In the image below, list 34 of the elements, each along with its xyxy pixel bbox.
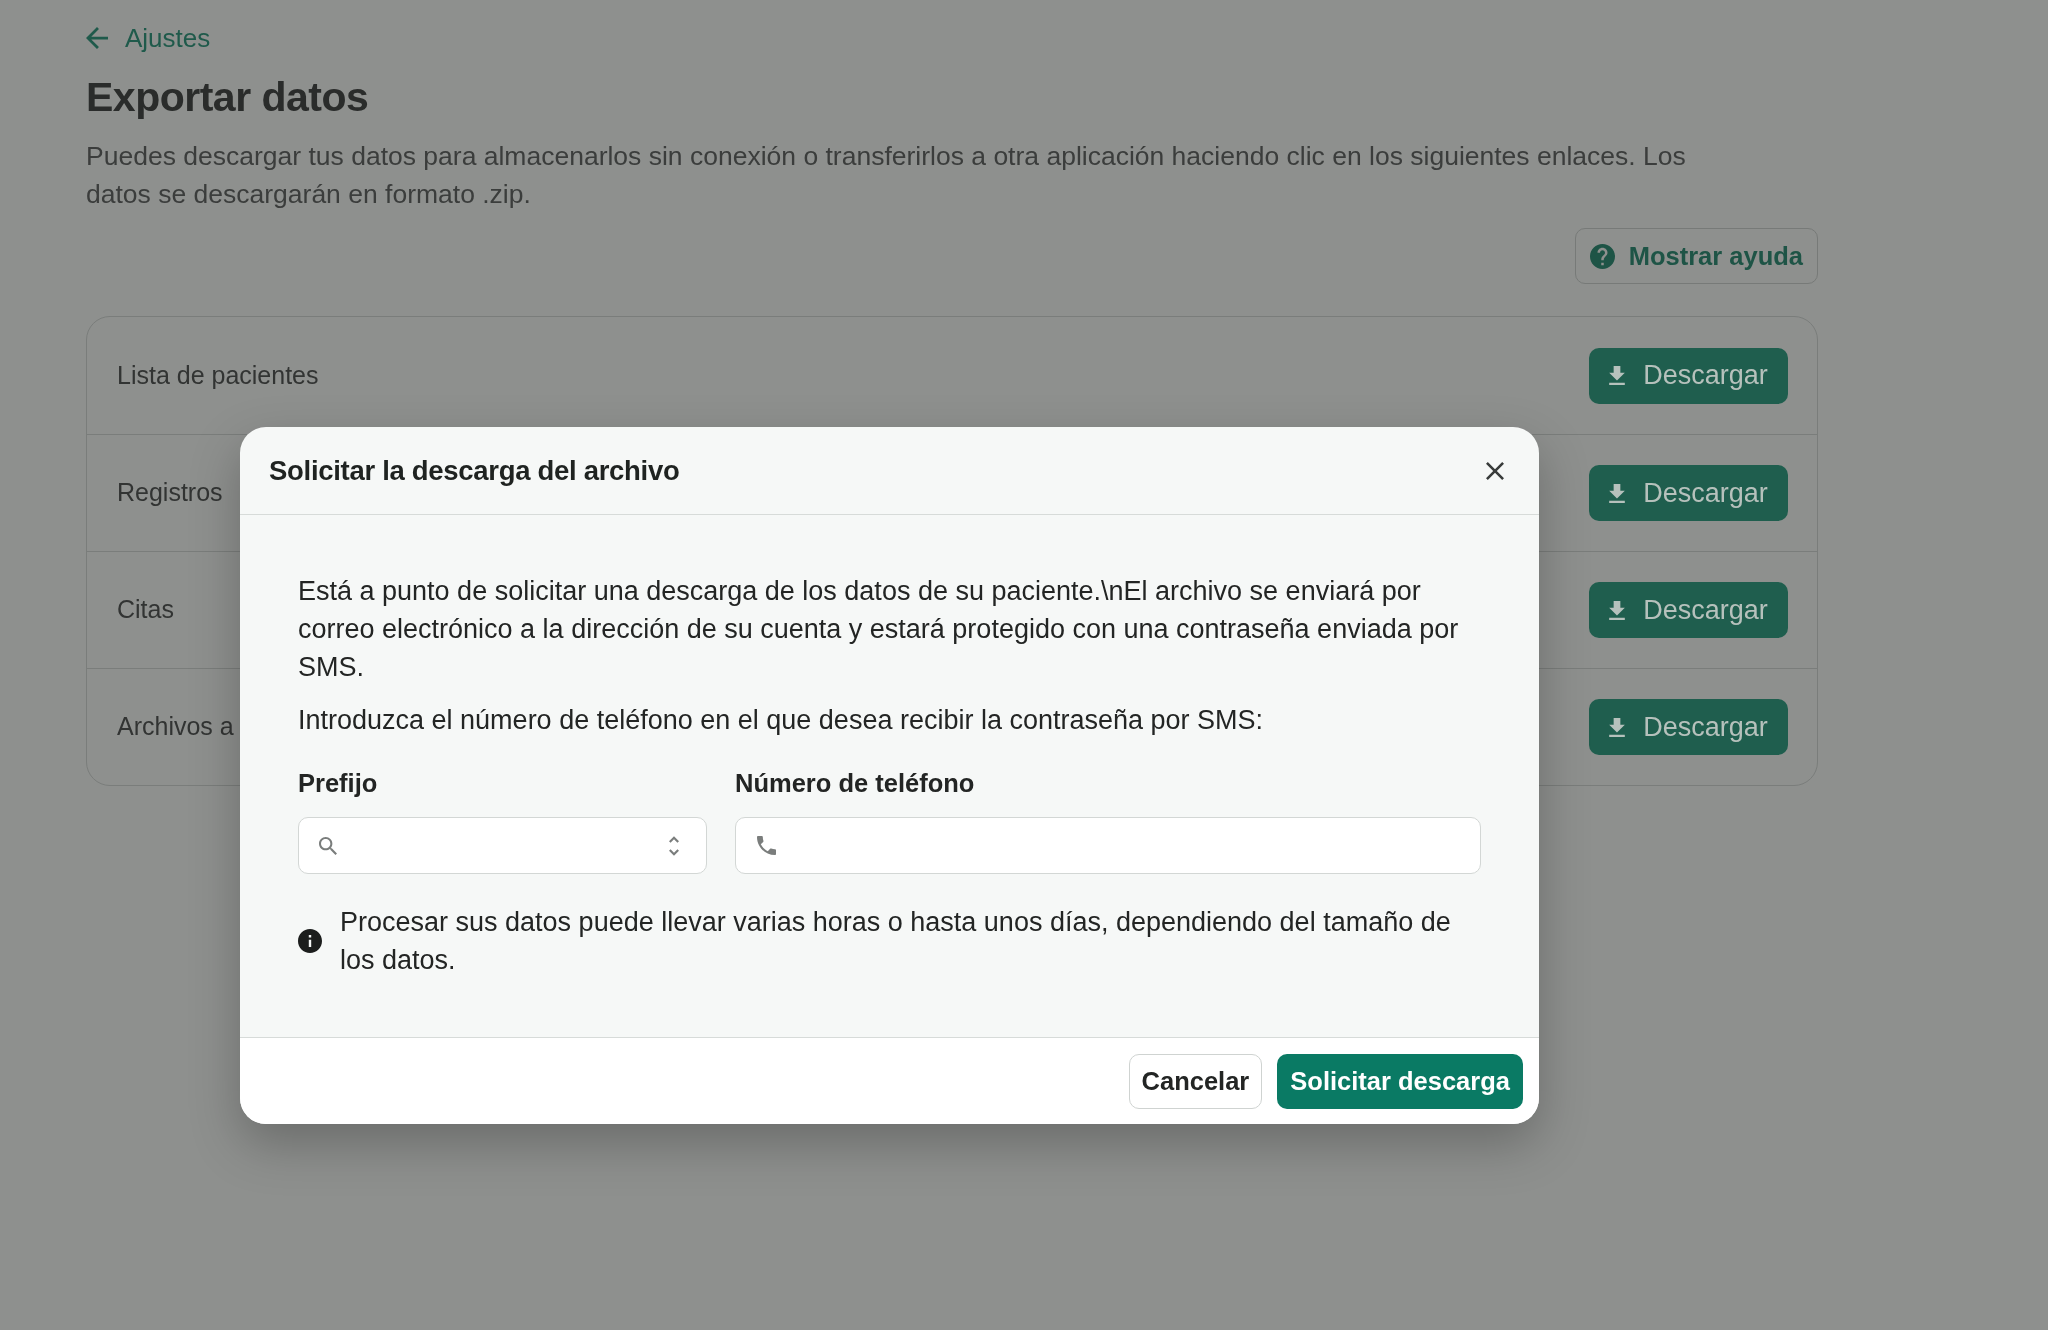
help-button[interactable]: Mostrar ayuda (1574, 228, 1818, 284)
search-icon (319, 836, 337, 855)
dialog-text: Introduzca el número de teléfono en el que desea recibir la contraseña por SMS: (298, 704, 1265, 737)
dialog-text: Está a punto de solicitar una descarga de los datos de su paciente.\nEl archivo se enviará por correo electrónico a la dirección de su cuenta y estará protegido con una contraseña enviada por SMS. (298, 575, 1460, 684)
export-label: Citas (117, 594, 174, 626)
info-icon (298, 929, 322, 953)
export-label: Archivos a (117, 711, 234, 743)
field-label: Prefijo (298, 768, 378, 798)
help-icon (1589, 243, 1615, 269)
download-button[interactable]: Descargar (1589, 465, 1788, 521)
field-label: Número de teléfono (735, 768, 975, 798)
phone-icon (757, 836, 776, 855)
page-title: Exportar datos (86, 73, 369, 121)
info-note: Procesar sus datos puede llevar varias horas o hasta unos días, dependiendo del tamaño de los datos. (340, 906, 1452, 977)
download-icon (1609, 717, 1626, 737)
chevrons-up-down-icon (669, 835, 679, 856)
submit-button[interactable]: Solicitar descarga (1277, 1053, 1523, 1109)
download-icon (1609, 600, 1626, 620)
prefix-select[interactable] (298, 817, 707, 874)
download-button[interactable]: Descargar (1589, 582, 1788, 638)
dialog-title: Solicitar la descarga del archivo (269, 453, 680, 488)
download-button[interactable]: Descargar (1589, 699, 1788, 755)
export-label: Registros (117, 477, 223, 509)
page-description: Puedes descargar tus datos para almacenarlos sin conexión o transferirlos a otra aplicación haciendo clic en los siguientes enlaces. Los datos se descargarán en formato .zip. (86, 140, 1687, 211)
download-icon (1609, 366, 1626, 385)
close-button[interactable] (1484, 459, 1506, 482)
export-label: Lista de pacientes (117, 359, 319, 391)
back-link[interactable]: Ajustes (86, 22, 211, 54)
download-icon (1609, 483, 1626, 503)
phone-input[interactable] (735, 817, 1481, 874)
close-icon (1486, 461, 1504, 480)
back-arrow-icon (86, 27, 108, 49)
cancel-button[interactable]: Cancelar (1128, 1053, 1263, 1109)
download-button[interactable]: Descargar (1589, 347, 1788, 404)
